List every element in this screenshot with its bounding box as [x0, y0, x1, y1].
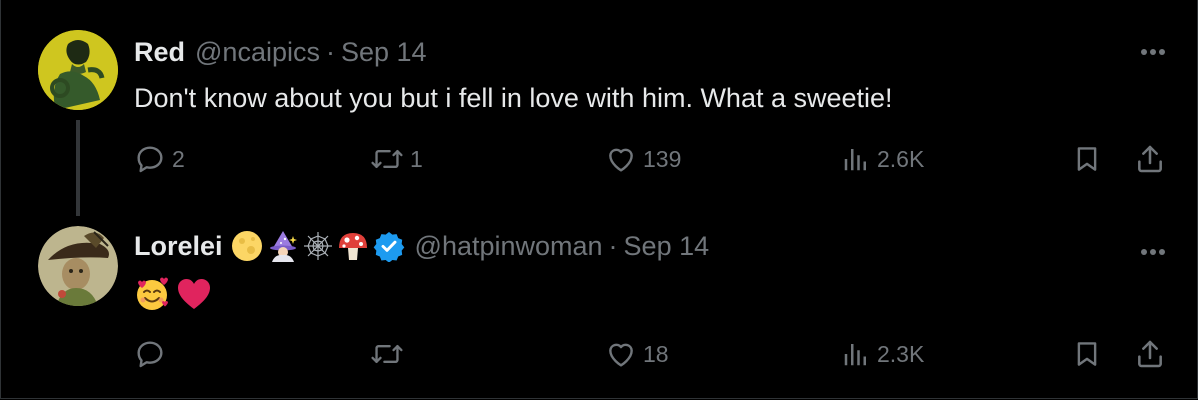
tweet-2[interactable]: Lorelei @hatpinwoman · Sep 14 18 2.3K [0, 216, 1198, 400]
verified-badge-icon[interactable] [373, 230, 405, 262]
views-button[interactable]: 2.6K [841, 139, 924, 179]
share-button[interactable] [1134, 139, 1166, 179]
separator-dot: · [325, 37, 335, 67]
red-heart-icon [176, 276, 212, 312]
woman-mage-icon [267, 230, 299, 262]
like-button[interactable]: 18 [605, 334, 669, 374]
reply-icon [137, 146, 163, 173]
reply-icon [137, 341, 163, 368]
more-options-button[interactable] [1133, 42, 1173, 62]
tweet-actions: 2 1 139 2.6K [0, 139, 1198, 179]
share-button[interactable] [1134, 334, 1166, 374]
tweet-date[interactable]: Sep 14 [341, 36, 427, 68]
author-handle[interactable]: @ncaipics [195, 36, 320, 68]
avatar[interactable] [38, 30, 118, 110]
like-button[interactable]: 139 [605, 139, 681, 179]
author-handle[interactable]: @hatpinwoman [415, 230, 603, 262]
like-count: 18 [643, 340, 669, 367]
tweet-1[interactable]: Red @ncaipics · Sep 14 Don't know about … [0, 0, 1198, 216]
mushroom-icon [337, 230, 369, 262]
author-name[interactable]: Red [134, 36, 185, 68]
repost-icon [371, 149, 403, 169]
bookmark-button[interactable] [1072, 334, 1102, 374]
author-name[interactable]: Lorelei [134, 230, 223, 262]
repost-button[interactable] [370, 334, 410, 374]
avatar[interactable] [38, 226, 118, 306]
share-icon [1138, 340, 1162, 368]
reply-count: 2 [172, 145, 185, 172]
views-count: 2.3K [877, 340, 925, 367]
bookmark-icon [1077, 342, 1097, 366]
share-icon [1138, 145, 1162, 173]
views-count: 2.6K [877, 145, 925, 172]
full-moon-icon [231, 230, 263, 262]
tweet-header: Red @ncaipics · Sep 14 [134, 36, 427, 68]
more-options-button[interactable] [1133, 242, 1173, 262]
repost-icon [371, 344, 403, 364]
like-count: 139 [643, 145, 682, 172]
smiling-face-with-hearts-icon [134, 276, 170, 312]
analytics-icon [844, 149, 866, 171]
tweet-text: Don't know about you but i fell in love … [134, 83, 893, 113]
repost-button[interactable]: 1 [370, 139, 423, 179]
tweet-header: Lorelei @hatpinwoman · Sep 14 [134, 230, 709, 262]
tweet-date[interactable]: Sep 14 [624, 230, 710, 262]
more-horizontal-icon [1141, 49, 1165, 55]
reply-button[interactable] [134, 334, 172, 374]
heart-icon [609, 343, 633, 367]
bookmark-button[interactable] [1072, 139, 1102, 179]
tweet-text [134, 276, 212, 312]
repost-count: 1 [410, 145, 423, 172]
separator-dot: · [608, 231, 618, 261]
more-horizontal-icon [1141, 249, 1165, 255]
views-button[interactable]: 2.3K [841, 334, 924, 374]
heart-icon [609, 148, 633, 172]
analytics-icon [844, 344, 866, 366]
tweet-actions: 18 2.3K [0, 334, 1198, 374]
bookmark-icon [1077, 147, 1097, 171]
reply-button[interactable]: 2 [134, 139, 185, 179]
spider-web-icon [303, 231, 333, 261]
